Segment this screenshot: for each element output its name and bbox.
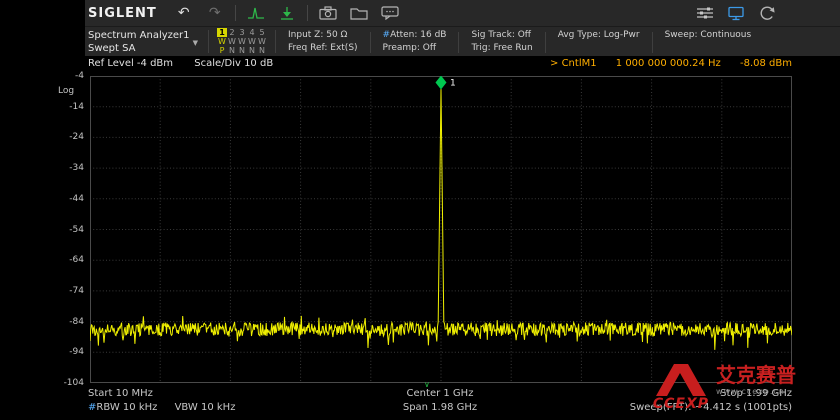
divider	[208, 30, 209, 53]
trace-cell[interactable]: P	[217, 46, 227, 55]
field-divider	[652, 32, 653, 53]
toolbar: SIGLENT ↶ ↷	[85, 0, 840, 26]
trace-status[interactable]: 12345WWWWWPNNNN	[214, 27, 270, 56]
y-tick-label: -24	[46, 131, 84, 143]
watermark: CCEXP 艾克赛普 www.ccexp.cn	[653, 363, 796, 412]
brand-logo: SIGLENT	[88, 6, 157, 21]
mode-selector[interactable]: Spectrum Analyzer1 Swept SA ▼	[85, 27, 203, 56]
ccexp-logo-icon	[655, 363, 707, 397]
remote-network-icon[interactable]	[725, 4, 747, 22]
watermark-title: 艾克赛普	[716, 363, 796, 387]
undo-icon[interactable]: ↶	[173, 4, 195, 22]
y-tick-label: -104	[46, 377, 84, 389]
peak-search-icon[interactable]	[276, 4, 298, 22]
ref-row: Ref Level -4 dBm Scale/Div 10 dB > CntlM…	[88, 58, 792, 69]
marker-diamond-icon[interactable]	[436, 76, 447, 90]
trace-cell[interactable]: N	[227, 46, 237, 55]
auto-tune-icon[interactable]	[245, 4, 267, 22]
marker-number-label: 1	[450, 79, 456, 89]
trace-cell[interactable]: W	[247, 37, 257, 46]
spectrum-plot-svg: 1	[90, 76, 792, 383]
file-folder-icon[interactable]	[348, 4, 370, 22]
toolbar-divider	[235, 5, 236, 21]
center-frequency[interactable]: Center 1 GHz	[407, 388, 474, 399]
toolbar-divider	[307, 5, 308, 21]
mode-bar: Spectrum Analyzer1 Swept SA ▼ 12345WWWWW…	[85, 26, 840, 56]
field-divider	[545, 32, 546, 53]
spectrum-analyzer-screen: SIGLENT ↶ ↷ Spectrum	[0, 0, 840, 420]
trace-cell[interactable]: W	[227, 37, 237, 46]
y-tick-label: -64	[46, 254, 84, 266]
y-tick-label: -4	[46, 70, 84, 82]
trace-cell[interactable]: 4	[247, 28, 257, 37]
message-icon[interactable]	[379, 4, 401, 22]
y-tick-label: -74	[46, 285, 84, 297]
marker-frequency: 1 000 000 000.24 Hz	[616, 58, 721, 69]
y-tick-label: -44	[46, 193, 84, 205]
screenshot-camera-icon[interactable]	[317, 4, 339, 22]
setting-field[interactable]: Sig Track: OffTrig: Free Run	[464, 29, 539, 56]
marker-amplitude: -8.08 dBm	[740, 58, 792, 69]
ref-level-value[interactable]: Ref Level -4 dBm	[88, 58, 173, 69]
trace-cell[interactable]: 5	[257, 28, 267, 37]
mode-title: Spectrum Analyzer1	[88, 29, 203, 42]
watermark-brand: CCEXP	[653, 397, 709, 412]
scale-div-value[interactable]: Scale/Div 10 dB	[194, 58, 273, 69]
setting-field[interactable]: Avg Type: Log-Pwr	[551, 29, 647, 56]
span-value[interactable]: Span 1.98 GHz	[403, 402, 477, 413]
spectrum-trace	[90, 89, 792, 350]
trace-cell[interactable]: 3	[237, 28, 247, 37]
trace-cell[interactable]: 1	[217, 28, 227, 37]
setting-field[interactable]: #Atten: 16 dBPreamp: Off	[376, 29, 454, 56]
field-divider	[370, 32, 371, 53]
y-tick-label: -94	[46, 346, 84, 358]
marker-readout: > CntlM1 1 000 000 000.24 Hz -8.08 dBm	[534, 58, 792, 69]
marker-source: > CntlM1	[550, 58, 597, 69]
vbw-value[interactable]: VBW 10 kHz	[175, 402, 236, 413]
y-tick-label: -84	[46, 316, 84, 328]
y-tick-label: -14	[46, 101, 84, 113]
spectrum-display[interactable]: 1	[90, 76, 792, 383]
y-tick-label: -54	[46, 224, 84, 236]
mode-subtitle: Swept SA	[88, 42, 203, 55]
trace-cell[interactable]: N	[257, 46, 267, 55]
setting-field[interactable]: Sweep: Continuous	[658, 29, 759, 56]
rbw-value[interactable]: #RBW 10 kHz	[88, 402, 157, 413]
channel-list-icon[interactable]	[694, 4, 716, 22]
trace-cell[interactable]: N	[237, 46, 247, 55]
field-divider	[458, 32, 459, 53]
divider	[275, 30, 276, 53]
trace-cell[interactable]: W	[237, 37, 247, 46]
trace-cell[interactable]: N	[247, 46, 257, 55]
start-frequency[interactable]: Start 10 MHz	[88, 388, 153, 399]
redo-icon[interactable]: ↷	[204, 4, 226, 22]
watermark-subtitle: www.ccexp.cn	[716, 387, 796, 396]
trace-cell[interactable]: W	[217, 37, 227, 46]
settings-fields: Input Z: 50 ΩFreq Ref: Ext(S) #Atten: 16 …	[281, 27, 758, 56]
trace-cell[interactable]: 2	[227, 28, 237, 37]
setting-field[interactable]: Input Z: 50 ΩFreq Ref: Ext(S)	[281, 29, 365, 56]
chevron-down-icon: ▼	[193, 39, 198, 47]
trace-cell[interactable]: W	[257, 37, 267, 46]
y-tick-label: -34	[46, 162, 84, 174]
preset-recall-icon[interactable]	[756, 4, 778, 22]
y-axis-mode-label: Log	[58, 86, 74, 96]
